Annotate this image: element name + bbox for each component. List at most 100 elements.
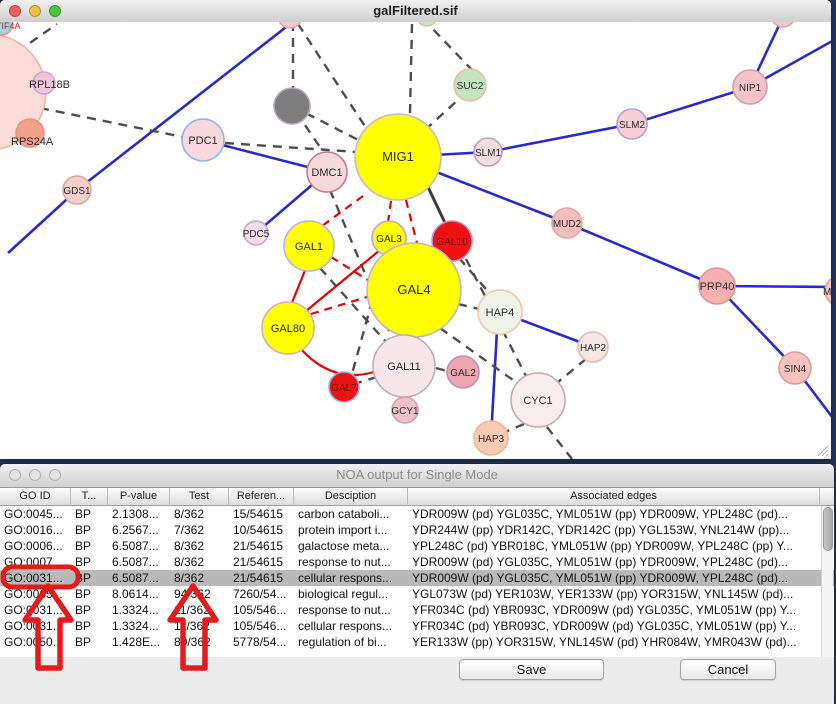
table-cell: YPL248C (pd) YBR018C, YML051W (pp) YDR00… bbox=[408, 538, 820, 554]
table-cell: cellular respons... bbox=[294, 618, 408, 634]
node-graynode[interactable] bbox=[274, 88, 310, 124]
edge-blue[interactable] bbox=[488, 124, 632, 152]
table-row[interactable]: GO:0031...BP1.3324...11/362105/546...res… bbox=[0, 602, 834, 618]
edge-red[interactable] bbox=[300, 348, 374, 375]
table-cell: 6.5087... bbox=[108, 570, 170, 586]
graph-window-titlebar[interactable]: galFiltered.sif bbox=[0, 0, 831, 23]
node-label-MUD2: MUD2 bbox=[553, 219, 582, 230]
edge-dash[interactable] bbox=[436, 368, 447, 371]
table-cell: response to nut... bbox=[294, 602, 408, 618]
node-topgreen[interactable] bbox=[416, 22, 438, 26]
edge-dash[interactable] bbox=[410, 24, 412, 113]
table-cell: 5778/54... bbox=[229, 634, 294, 650]
edge-dash[interactable] bbox=[458, 304, 479, 309]
node-label-GAL3: GAL3 bbox=[376, 234, 402, 245]
table-cell: GO:0050... bbox=[0, 634, 71, 650]
table-cell: regulation of bi... bbox=[294, 634, 408, 650]
node-label-SIN4: SIN4 bbox=[784, 364, 807, 375]
node-label-GAL10: GAL10 bbox=[436, 237, 468, 248]
button-bar: Save Cancel bbox=[0, 657, 834, 704]
table-cell: 1.428E... bbox=[108, 634, 170, 650]
table-row[interactable]: GO:0007...BP6.5087...8/36221/54615respon… bbox=[0, 554, 834, 570]
scrollbar-thumb[interactable] bbox=[823, 507, 833, 551]
column-header-go-id[interactable]: GO ID bbox=[0, 488, 71, 506]
table-cell: GO:0031... bbox=[0, 618, 71, 634]
node-label-HAP2: HAP2 bbox=[580, 343, 607, 354]
table-cell: 11/362 bbox=[170, 618, 229, 634]
table-cell: YDR244W (pp) YDR142C, YDR142C (pp) YGL15… bbox=[408, 522, 820, 538]
table-cell: 11/362 bbox=[170, 602, 229, 618]
node-label-tif: TIF4A bbox=[0, 22, 21, 31]
table-cell: 94/362 bbox=[170, 586, 229, 602]
table-cell: BP bbox=[71, 586, 108, 602]
column-header-associated-edges[interactable]: Associated edges bbox=[408, 488, 820, 506]
table-row[interactable]: GO:0006...BP6.5087...8/36221/54615galact… bbox=[0, 538, 834, 554]
table-row[interactable]: GO:0031...BP6.5087...8/36221/54615cellul… bbox=[0, 570, 834, 586]
table-cell: 10/54615 bbox=[229, 522, 294, 538]
network-canvas[interactable]: TIF4ARPL18BRPS24AGDS1PDC1DMC1MIG1SUC2SLM… bbox=[0, 22, 831, 459]
table-row[interactable]: GO:0050...BP1.428E...80/3625778/54...reg… bbox=[0, 634, 834, 650]
graph-window-title: galFiltered.sif bbox=[0, 3, 831, 18]
edge-dash[interactable] bbox=[357, 377, 377, 383]
column-header-p-value[interactable]: P-value bbox=[108, 488, 170, 506]
table-cell: 105/546... bbox=[229, 618, 294, 634]
column-header-t[interactable]: T... bbox=[71, 488, 108, 506]
column-header-test[interactable]: Test bbox=[170, 488, 229, 506]
edge-blue[interactable] bbox=[567, 223, 717, 286]
column-header-referen[interactable]: Referen... bbox=[229, 488, 294, 506]
table-row[interactable]: GO:0065...BP8.0614...94/3627260/54...bio… bbox=[0, 586, 834, 602]
edge-blue[interactable] bbox=[77, 24, 290, 190]
node-label-GAL80: GAL80 bbox=[271, 323, 305, 335]
edge-dash[interactable] bbox=[298, 24, 374, 140]
table-row[interactable]: GO:0045...BP2.1308...8/36215/54615carbon… bbox=[0, 506, 834, 522]
table-cell: 8/362 bbox=[170, 570, 229, 586]
node-toprightpink[interactable] bbox=[771, 22, 795, 27]
table-cell: 7/362 bbox=[170, 522, 229, 538]
resize-grip-icon[interactable] bbox=[815, 443, 829, 457]
cancel-button[interactable]: Cancel bbox=[680, 659, 776, 680]
edge-dash[interactable] bbox=[547, 427, 572, 459]
table-cell: GO:0065... bbox=[0, 586, 71, 602]
table-cell: BP bbox=[71, 506, 108, 522]
table-cell: 6.2567... bbox=[108, 522, 170, 538]
table-cell: carbon cataboli... bbox=[294, 506, 408, 522]
edge-dash[interactable] bbox=[428, 24, 473, 71]
table-cell: YDR009W (pd) YGL035C, YML051W (pp) YDR00… bbox=[408, 506, 820, 522]
node-label-GAL4: GAL4 bbox=[397, 282, 430, 297]
save-button[interactable]: Save bbox=[459, 659, 604, 680]
table-cell: GO:0031... bbox=[0, 570, 71, 586]
table-cell: 6.5087... bbox=[108, 538, 170, 554]
table-cell: 6.5087... bbox=[108, 554, 170, 570]
node-label-MIG1: MIG1 bbox=[382, 149, 414, 164]
table-row[interactable]: GO:0016...BP6.2567...7/36210/54615protei… bbox=[0, 522, 834, 538]
table-cell: YDR009W (pd) YGL035C, YML051W (pp) YDR00… bbox=[408, 554, 820, 570]
node-label-HAP3: HAP3 bbox=[478, 434, 505, 445]
table-cell: 8/362 bbox=[170, 554, 229, 570]
table-cell: 105/546... bbox=[229, 602, 294, 618]
edge-reddash[interactable] bbox=[406, 200, 417, 243]
table-cell: YFR034C (pd) YBR093C, YDR009W (pd) YGL03… bbox=[408, 602, 820, 618]
graph-window: galFiltered.sif TIF4ARPL18BRPS24AGDS1PDC… bbox=[0, 0, 831, 459]
node-toppink[interactable] bbox=[278, 22, 302, 28]
table-cell: BP bbox=[71, 618, 108, 634]
table-cell: 80/362 bbox=[170, 634, 229, 650]
table-row[interactable]: GO:0031...BP1.3324...11/362105/546...cel… bbox=[0, 618, 834, 634]
node-label-GAL2: GAL2 bbox=[450, 368, 476, 379]
edge-dash[interactable] bbox=[425, 99, 459, 130]
node-label-SLM1: SLM1 bbox=[475, 148, 502, 159]
edge-red[interactable] bbox=[291, 268, 306, 305]
table-cell: YER133W (pp) YOR315W, YNL145W (pd) YHR08… bbox=[408, 634, 820, 650]
vertical-scrollbar[interactable] bbox=[821, 506, 833, 657]
edge-reddash[interactable] bbox=[388, 201, 391, 222]
table-cell: YGL073W (pd) YER103W, YER133W (pp) YOR31… bbox=[408, 586, 820, 602]
table-cell: BP bbox=[71, 538, 108, 554]
node-label-PDC5: PDC5 bbox=[243, 229, 270, 240]
edge-blue[interactable] bbox=[632, 87, 750, 124]
noa-window-titlebar[interactable]: NOA output for Single Mode bbox=[0, 464, 834, 488]
edge-dark[interactable] bbox=[427, 185, 447, 227]
table-cell: BP bbox=[71, 570, 108, 586]
node-label-MSL1: MSL1 bbox=[823, 287, 831, 298]
edge-dash[interactable] bbox=[505, 424, 524, 432]
column-header-desciption[interactable]: Desciption bbox=[294, 488, 408, 506]
table-cell: 21/54615 bbox=[229, 570, 294, 586]
